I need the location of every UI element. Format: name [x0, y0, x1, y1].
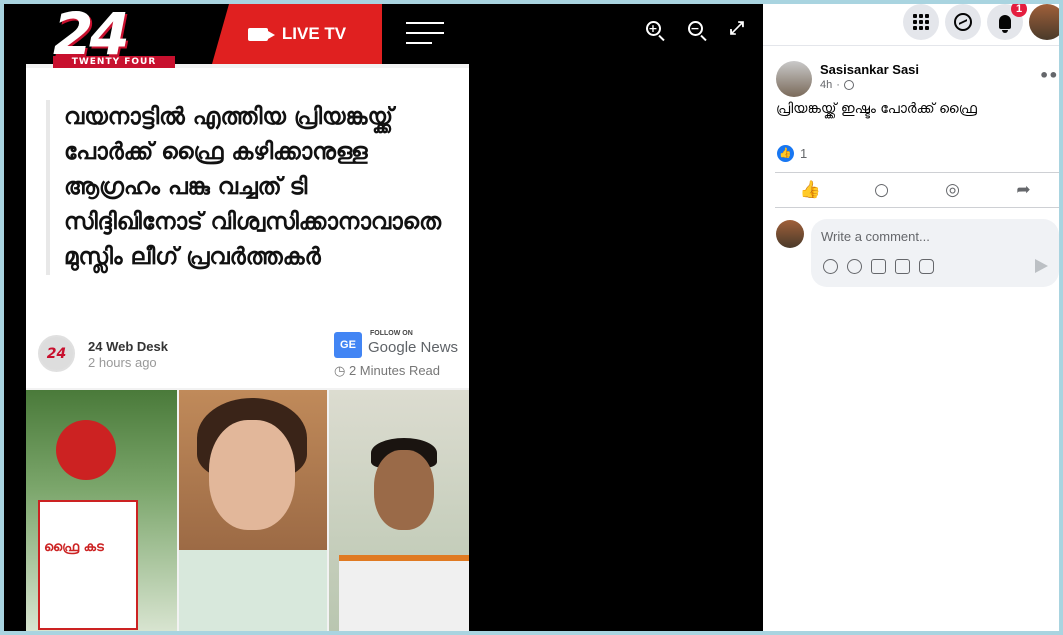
follow-on-label: FOLLOW ON — [370, 330, 413, 337]
thumbs-up-icon: 👍 — [799, 180, 822, 200]
zoom-in-icon[interactable]: + — [642, 17, 664, 39]
read-time-label: 2 Minutes Read — [348, 363, 441, 378]
comment-composer — [811, 219, 1059, 287]
photo-viewer: 24 TWENTY FOUR LIVE TV വയനാട്ടിൽ എത്തിയ … — [4, 4, 763, 631]
woman-portrait-photo — [179, 390, 327, 631]
grid-menu-icon — [913, 14, 929, 30]
google-news-label: Google News — [368, 339, 459, 356]
more-options-icon[interactable]: ••• — [1039, 66, 1059, 85]
account-avatar[interactable] — [1029, 4, 1059, 40]
top-nav: 1 — [763, 4, 1059, 46]
post-text: പ്രിയങ്കയ്ക്ക് ഇഷ്ടം പോർക്ക് ഫ്രൈ — [776, 101, 977, 117]
globe-icon — [843, 80, 854, 90]
google-news-badge: GE FOLLOW ON Google News — [334, 330, 458, 360]
screen: 24 TWENTY FOUR LIVE TV വയനാട്ടിൽ എത്തിയ … — [4, 4, 1059, 631]
zoom-out-icon[interactable]: − — [684, 17, 706, 39]
messenger-icon — [954, 13, 972, 31]
hamburger-menu-icon — [406, 22, 444, 52]
like-count: 1 — [800, 146, 808, 161]
share-arrow-icon: ➦ — [1016, 180, 1031, 200]
author-time: 2 hours ago — [88, 355, 157, 370]
video-camera-icon — [247, 27, 275, 41]
face — [209, 420, 295, 530]
bell-icon — [999, 15, 1011, 33]
logo-subtitle: TWENTY FOUR — [53, 56, 175, 68]
messenger-button[interactable] — [945, 4, 981, 40]
commenter-avatar[interactable] — [776, 220, 804, 248]
live-tv-label: LIVE TV — [281, 24, 347, 43]
live-tv-banner: LIVE TV — [212, 4, 382, 64]
whatsapp-icon: ◎ — [945, 180, 960, 200]
restaurant-sign — [38, 500, 138, 630]
share-button[interactable]: ➦ — [988, 173, 1059, 207]
post-author-avatar[interactable] — [776, 61, 812, 97]
reactions-summary[interactable]: 👍 1 — [777, 145, 807, 162]
news-screenshot-image: 24 TWENTY FOUR LIVE TV വയനാട്ടിൽ എത്തിയ … — [26, 4, 469, 631]
post-time[interactable]: 4h — [820, 79, 832, 91]
body — [179, 550, 327, 631]
like-reaction-icon: 👍 — [777, 145, 794, 162]
comment-bubble-icon: ○ — [874, 180, 889, 200]
chef-mascot — [56, 420, 116, 480]
restaurant-sign-photo: ഫ്രൈ കട — [26, 390, 177, 631]
post-author-name[interactable]: Sasisankar Sasi — [820, 62, 919, 77]
read-time: ◷ 2 Minutes Read — [334, 363, 440, 379]
whatsapp-share-button[interactable]: ◎ — [917, 173, 988, 207]
notification-badge: 1 — [1011, 4, 1027, 17]
dot-separator: · — [836, 79, 840, 91]
comment-button[interactable]: ○ — [846, 173, 917, 207]
author-avatar: 24 — [38, 335, 75, 372]
article-photo-collage: ഫ്രൈ കട — [26, 390, 469, 631]
clock-icon: ◷ — [334, 363, 346, 378]
send-icon[interactable] — [1035, 259, 1048, 273]
article-card: വയനാട്ടിൽ എത്തിയ പ്രിയങ്കയ്ക്ക് പോർക്ക് … — [26, 68, 469, 388]
google-news-icon: GE — [334, 332, 362, 358]
gif-icon[interactable] — [895, 259, 910, 274]
sticker-icon[interactable] — [919, 259, 934, 274]
post-actions-bar: 👍 ○ ◎ ➦ — [775, 172, 1059, 208]
post-meta: 4h · — [820, 79, 854, 91]
article-headline: വയനാട്ടിൽ എത്തിയ പ്രിയങ്കയ്ക്ക് പോർക്ക് … — [46, 100, 446, 275]
post-side-panel: 1 Sasisankar Sasi 4h · ••• പ്രിയങ്കയ്ക്ക… — [763, 4, 1059, 631]
comment-input[interactable] — [821, 229, 1041, 244]
face — [374, 450, 434, 530]
like-button[interactable]: 👍 — [775, 173, 846, 207]
site-logo: 24 TWENTY FOUR — [53, 4, 175, 68]
camera-icon[interactable] — [871, 259, 886, 274]
fullscreen-icon[interactable]: ⤢ — [726, 17, 748, 39]
author-name: 24 Web Desk — [88, 339, 168, 354]
body — [339, 555, 469, 631]
news-site-header: 24 TWENTY FOUR LIVE TV — [26, 4, 469, 68]
man-portrait-photo — [329, 390, 469, 631]
sign-text: ഫ്രൈ കട — [44, 540, 104, 555]
avatar-sticker-icon[interactable] — [823, 259, 838, 274]
emoji-icon[interactable] — [847, 259, 862, 274]
menu-button[interactable] — [903, 4, 939, 40]
